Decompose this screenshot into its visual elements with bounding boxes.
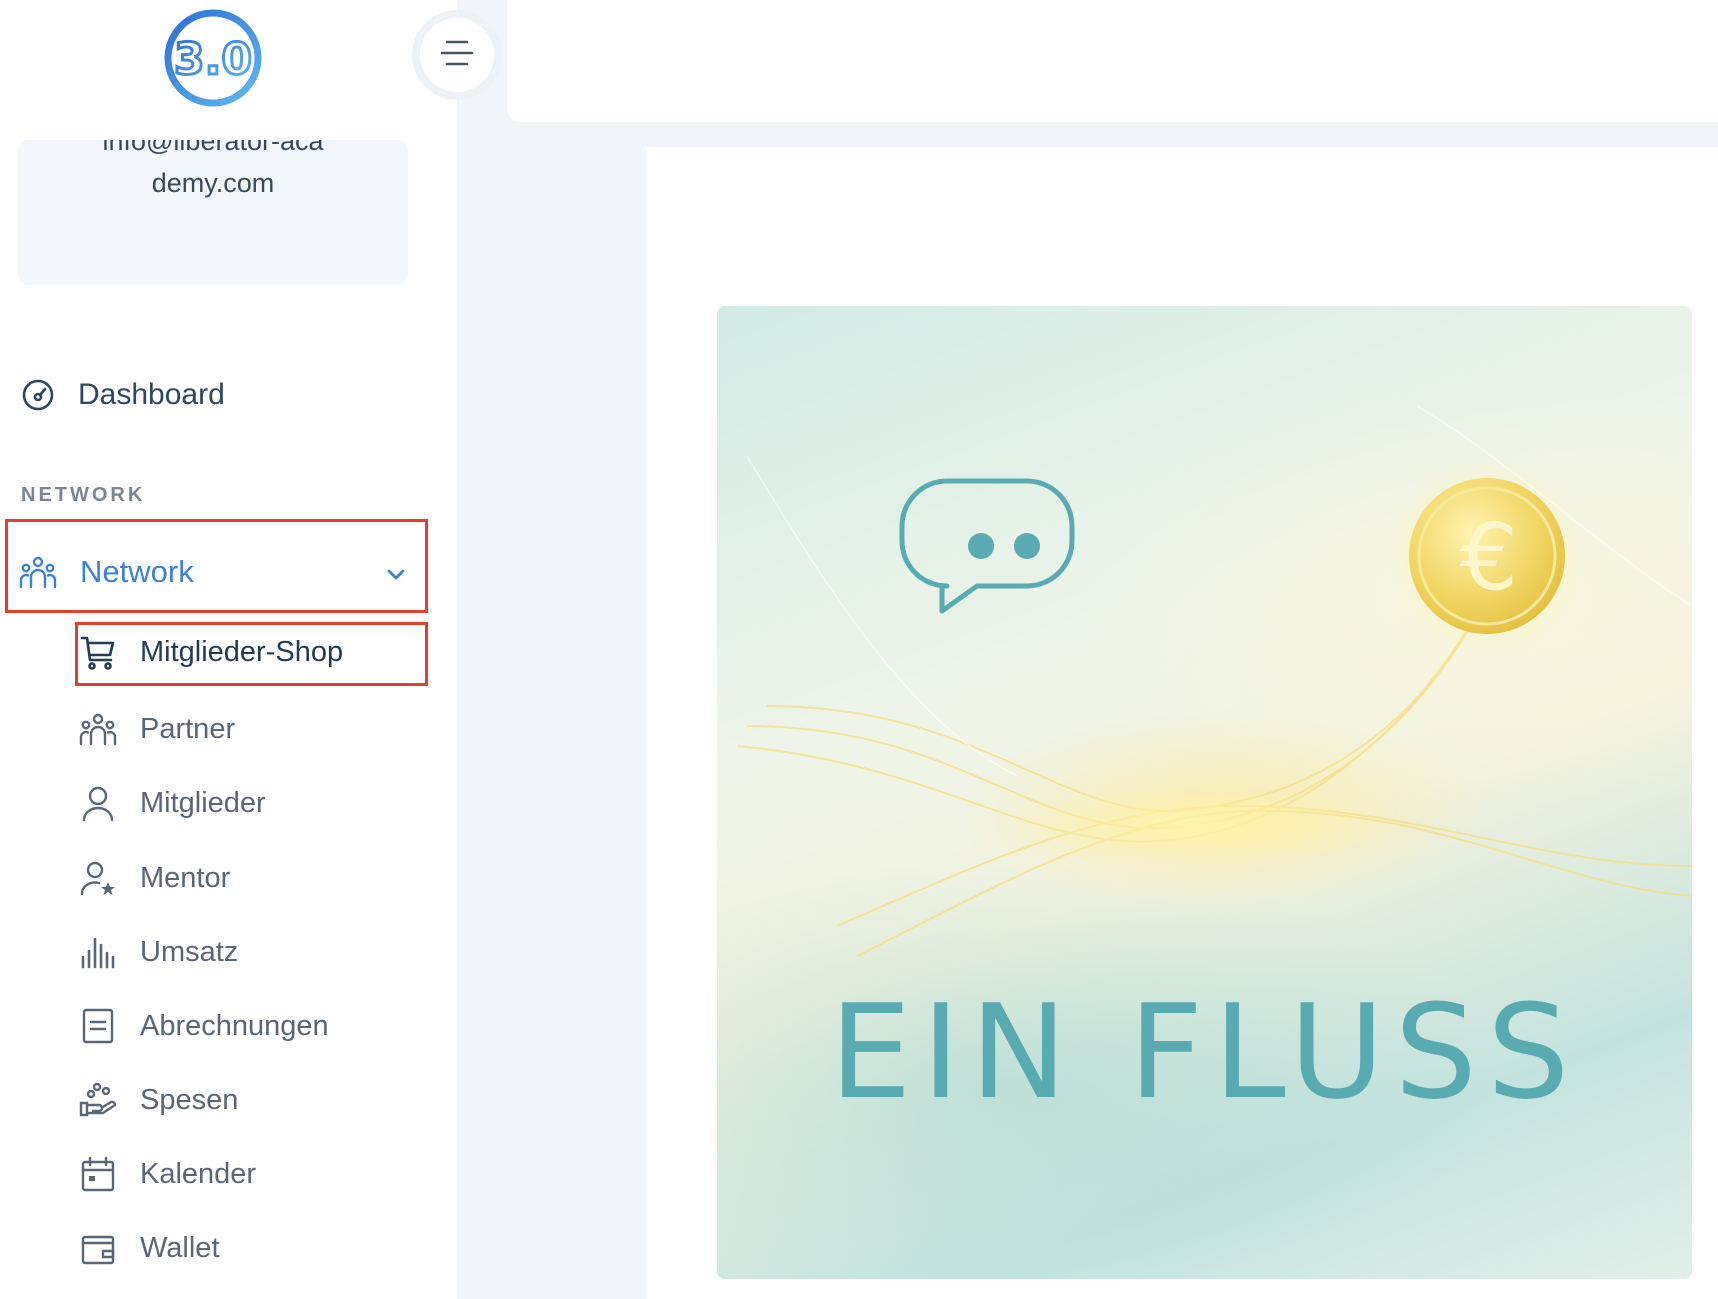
document-icon	[78, 1006, 118, 1046]
user-icon	[78, 783, 118, 823]
bar-chart-icon	[78, 932, 118, 972]
nav-item-label: Kalender	[140, 1157, 257, 1190]
speech-bubble-icon	[899, 478, 1075, 614]
nav-item-label: Abrechnungen	[140, 1009, 329, 1042]
nav-item-label: Spesen	[140, 1083, 239, 1116]
nav-item-umsatz[interactable]: Umsatz	[78, 932, 238, 972]
nav-item-kalender[interactable]: Kalender	[78, 1154, 256, 1194]
hand-coins-icon	[78, 1080, 118, 1120]
nav-item-spesen[interactable]: Spesen	[78, 1080, 238, 1120]
nav-item-label: Mitglieder	[140, 786, 266, 819]
user-star-icon	[78, 858, 118, 898]
wallet-icon	[78, 1228, 118, 1268]
logo[interactable]: 3.0	[160, 7, 266, 109]
calendar-icon	[78, 1154, 118, 1194]
nav-item-wallet[interactable]: Wallet	[78, 1228, 220, 1268]
nav-item-mentor[interactable]: Mentor	[78, 858, 230, 898]
highlight-mitglieder-shop	[75, 622, 428, 686]
banner-title: EIN FLUSS	[829, 976, 1580, 1128]
nav-item-abrechnungen[interactable]: Abrechnungen	[78, 1006, 329, 1046]
nav-item-partner[interactable]: Partner	[78, 709, 235, 749]
menu-toggle-button[interactable]	[412, 10, 502, 100]
nav-item-label: Umsatz	[140, 935, 239, 968]
nav-dashboard[interactable]: Dashboard	[18, 375, 225, 415]
nav-item-label: Partner	[140, 712, 236, 745]
top-bar	[507, 0, 1718, 122]
nav-item-label: Wallet	[140, 1231, 220, 1264]
sidebar: 3.0 info@liberator-academy.com Dashboard…	[0, 0, 457, 1299]
highlight-network	[5, 519, 428, 613]
banner-image: € EIN FLUSS	[717, 306, 1692, 1279]
nav-item-label: Mentor	[140, 861, 231, 894]
user-email: info@liberator-academy.com	[102, 140, 324, 198]
coin-symbol: €	[1460, 504, 1519, 611]
section-title-network: NETWORK	[21, 484, 146, 506]
user-card: info@liberator-academy.com	[18, 140, 408, 285]
hamburger-icon	[440, 38, 474, 73]
nav-dashboard-label: Dashboard	[78, 378, 225, 411]
euro-coin-icon: €	[1387, 456, 1587, 656]
nav-item-mitglieder[interactable]: Mitglieder	[78, 783, 266, 823]
logo-text: 3.0	[174, 34, 252, 85]
users-icon	[78, 709, 118, 749]
speedometer-icon	[18, 375, 58, 415]
